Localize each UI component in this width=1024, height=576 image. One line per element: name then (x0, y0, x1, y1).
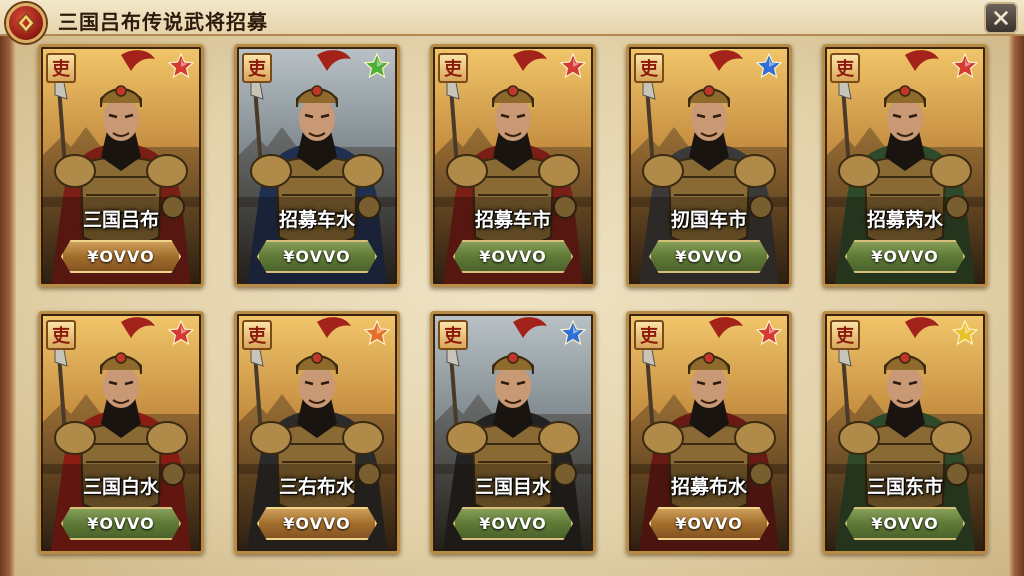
recruit-price-button[interactable]: ¥OVVO (453, 507, 573, 540)
general-name: 三国白水 (82, 476, 159, 498)
general-name: 招募苪水 (866, 209, 943, 231)
recruit-price-button[interactable]: ¥OVVO (845, 507, 965, 540)
rank-badge: 吏 (438, 320, 468, 350)
star-gem-icon (951, 319, 979, 346)
rank-badge: 吏 (830, 53, 860, 83)
recruit-price-button[interactable]: ¥OVVO (453, 240, 573, 273)
general-name: 三右布水 (278, 476, 355, 498)
star-gem-icon (363, 52, 391, 79)
general-card[interactable]: 吏 三国东市 ¥OVVO (822, 311, 988, 554)
recruit-price-button[interactable]: ¥OVVO (257, 507, 377, 540)
general-name: 招募车水 (278, 209, 355, 231)
close-button[interactable] (984, 2, 1018, 34)
general-card[interactable]: 吏 三国目水 ¥OVVO (430, 311, 596, 554)
general-name: 招募车市 (474, 209, 551, 231)
star-gem-icon (951, 52, 979, 79)
diamond-emblem-icon (16, 12, 36, 34)
star-gem-icon (363, 319, 391, 346)
recruit-price-button[interactable]: ¥OVVO (845, 240, 965, 273)
rank-badge: 吏 (438, 53, 468, 83)
page-title: 三国吕布传说武将招募 (58, 10, 268, 34)
rank-badge: 吏 (46, 320, 76, 350)
right-frame-border (1008, 0, 1024, 576)
star-gem-icon (755, 52, 783, 79)
general-name: 招募布水 (670, 476, 747, 498)
recruit-price-button[interactable]: ¥OVVO (61, 240, 181, 273)
rank-badge: 吏 (242, 320, 272, 350)
title-bar: 三国吕布传说武将招募 (0, 0, 1024, 43)
general-card-grid: 吏 三国吕布 ¥OVVO 吏 招募车水 ¥OVVO 吏 招募车市 ¥OVVO 吏… (38, 44, 988, 554)
rank-badge: 吏 (46, 53, 76, 83)
rank-badge: 吏 (634, 53, 664, 83)
rank-badge: 吏 (830, 320, 860, 350)
star-gem-icon (559, 52, 587, 79)
recruit-price-button[interactable]: ¥OVVO (649, 507, 769, 540)
general-name: 扨国车市 (670, 209, 747, 231)
general-card[interactable]: 吏 招募苪水 ¥OVVO (822, 44, 988, 287)
general-card[interactable]: 吏 招募车水 ¥OVVO (234, 44, 400, 287)
rank-badge: 吏 (634, 320, 664, 350)
star-gem-icon (755, 319, 783, 346)
star-gem-icon (167, 319, 195, 346)
emblem-icon[interactable] (6, 3, 46, 43)
left-frame-border (0, 0, 16, 576)
general-card[interactable]: 吏 招募车市 ¥OVVO (430, 44, 596, 287)
general-card[interactable]: 吏 三国白水 ¥OVVO (38, 311, 204, 554)
general-name: 三国东市 (866, 476, 943, 498)
recruit-price-button[interactable]: ¥OVVO (257, 240, 377, 273)
general-card[interactable]: 吏 三国吕布 ¥OVVO (38, 44, 204, 287)
star-gem-icon (559, 319, 587, 346)
general-name: 三国目水 (474, 476, 551, 498)
general-card[interactable]: 吏 招募布水 ¥OVVO (626, 311, 792, 554)
close-icon (994, 11, 1008, 25)
star-gem-icon (167, 52, 195, 79)
recruit-price-button[interactable]: ¥OVVO (61, 507, 181, 540)
rank-badge: 吏 (242, 53, 272, 83)
general-name: 三国吕布 (82, 209, 159, 231)
general-card[interactable]: 吏 三右布水 ¥OVVO (234, 311, 400, 554)
general-card[interactable]: 吏 扨国车市 ¥OVVO (626, 44, 792, 287)
recruit-price-button[interactable]: ¥OVVO (649, 240, 769, 273)
